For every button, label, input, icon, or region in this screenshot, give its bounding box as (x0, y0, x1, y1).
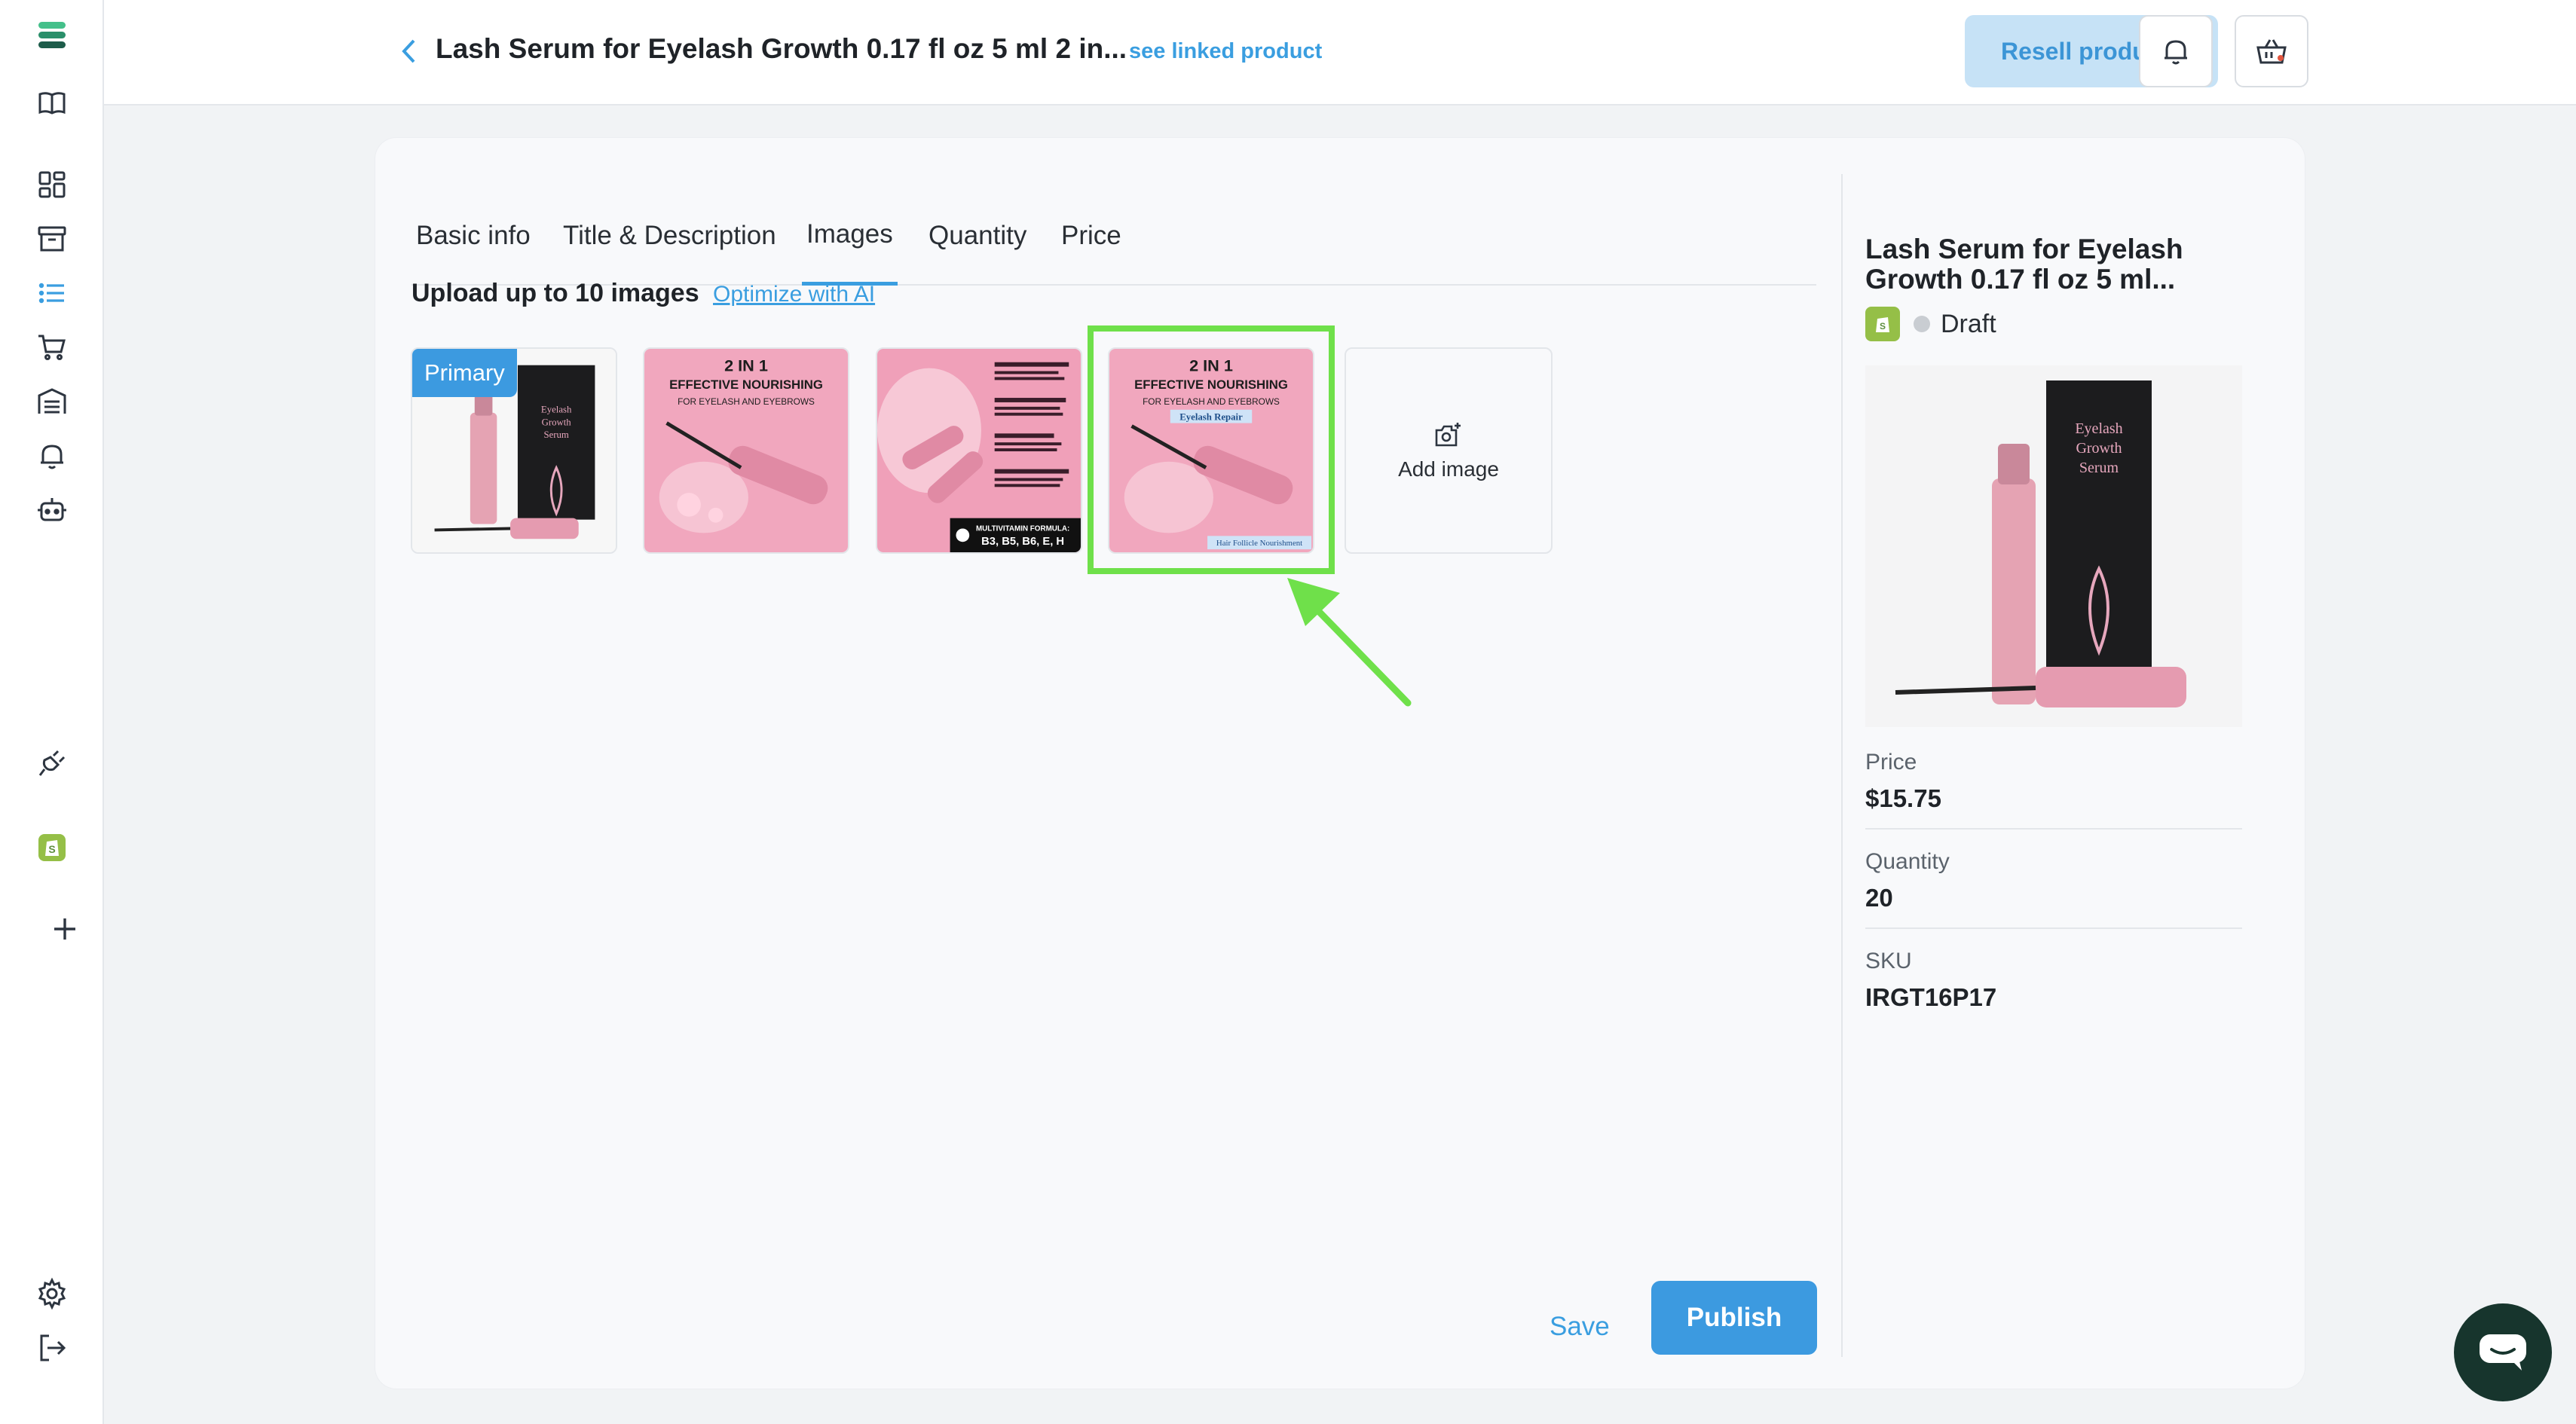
svg-text:B3, B5, B6, E, H: B3, B5, B6, E, H (981, 536, 1064, 548)
basket-button[interactable] (2235, 15, 2308, 87)
add-photo-icon (1435, 423, 1461, 447)
product-image-1[interactable]: Eyelash Growth Serum Primary (411, 347, 617, 554)
product-image-2[interactable]: 2 IN 1 EFFECTIVE NOURISHING FOR EYELASH … (643, 347, 849, 554)
page-title: Lash Serum for Eyelash Growth 0.17 fl oz… (436, 33, 1127, 64)
settings-icon[interactable] (32, 1273, 72, 1314)
tab-title-description[interactable]: Title & Description (558, 186, 781, 286)
annotation-arrow-icon (1287, 578, 1412, 707)
tab-basic-info[interactable]: Basic info (411, 186, 535, 286)
book-icon[interactable] (32, 83, 72, 124)
bell-icon (2165, 40, 2187, 65)
see-linked-product-link[interactable]: see linked product (1129, 39, 1322, 64)
cart-icon[interactable] (32, 327, 72, 368)
svg-text:Eyelash: Eyelash (541, 405, 572, 415)
status-row: S Draft (1865, 307, 1996, 341)
product-summary-panel: Lash Serum for Eyelash Growth 0.17 fl oz… (1841, 174, 2263, 1357)
summary-sku: SKU IRGT16P17 (1865, 949, 1997, 1011)
svg-text:Growth: Growth (2076, 440, 2122, 457)
status-badge: Draft (1941, 309, 1996, 338)
warehouse-icon[interactable] (32, 381, 72, 422)
upload-limit-label: Upload up to 10 images (411, 279, 699, 307)
svg-text:Growth: Growth (542, 417, 572, 427)
notifications-button[interactable] (2139, 15, 2213, 87)
robot-icon[interactable] (32, 490, 72, 530)
status-dot (1914, 316, 1930, 332)
shopify-icon: S (1865, 307, 1900, 341)
bell-icon[interactable] (32, 435, 72, 476)
dashboard-icon[interactable] (32, 164, 72, 205)
basket-icon (2256, 39, 2287, 64)
top-header: Lash Serum for Eyelash Growth 0.17 fl oz… (104, 0, 2576, 105)
svg-text:EFFECTIVE NOURISHING: EFFECTIVE NOURISHING (669, 377, 823, 392)
add-image-button[interactable]: Add image (1345, 347, 1553, 554)
product-editor-card: Basic info Title & Description Images Qu… (375, 138, 2305, 1389)
svg-text:Serum: Serum (2079, 460, 2119, 476)
sidebar: S (0, 0, 104, 1424)
svg-text:Eyelash: Eyelash (2075, 420, 2122, 437)
summary-product-image: Eyelash Growth Serum (1865, 365, 2242, 727)
tab-images[interactable]: Images (802, 186, 898, 286)
chat-icon (2480, 1334, 2526, 1371)
app-logo-icon[interactable] (32, 15, 72, 56)
list-icon[interactable] (32, 273, 72, 313)
tab-price[interactable]: Price (1057, 186, 1126, 286)
selected-image-highlight (1088, 325, 1335, 574)
chat-support-button[interactable] (2454, 1303, 2552, 1401)
save-button[interactable]: Save (1542, 1297, 1617, 1357)
publish-button[interactable]: Publish (1651, 1281, 1817, 1355)
summary-price: Price $15.75 (1865, 750, 2242, 830)
svg-text:FOR EYELASH AND EYEBROWS: FOR EYELASH AND EYEBROWS (678, 396, 815, 407)
summary-title: Lash Serum for Eyelash Growth 0.17 fl oz… (1865, 234, 2183, 295)
tab-quantity[interactable]: Quantity (924, 186, 1031, 286)
svg-text:Serum: Serum (543, 429, 568, 440)
optimize-with-ai-link[interactable]: Optimize with AI (713, 282, 875, 307)
logout-icon[interactable] (32, 1328, 72, 1368)
plug-icon[interactable] (32, 743, 72, 784)
primary-badge: Primary (412, 349, 517, 397)
svg-text:2 IN 1: 2 IN 1 (724, 356, 768, 375)
archive-icon[interactable] (32, 218, 72, 259)
add-store-icon[interactable] (44, 909, 85, 949)
editor-tabs: Basic info Title & Description Images Qu… (411, 186, 1816, 286)
summary-quantity: Quantity 20 (1865, 849, 2242, 929)
back-chevron-icon[interactable] (392, 32, 425, 71)
add-image-label: Add image (1398, 457, 1499, 481)
product-image-3[interactable]: MULTIVITAMIN FORMULA: B3, B5, B6, E, H (876, 347, 1082, 554)
shopify-store-icon[interactable]: S (32, 827, 72, 868)
svg-text:S: S (48, 843, 55, 855)
svg-text:MULTIVITAMIN FORMULA:: MULTIVITAMIN FORMULA: (976, 524, 1069, 533)
svg-text:S: S (1880, 321, 1886, 332)
